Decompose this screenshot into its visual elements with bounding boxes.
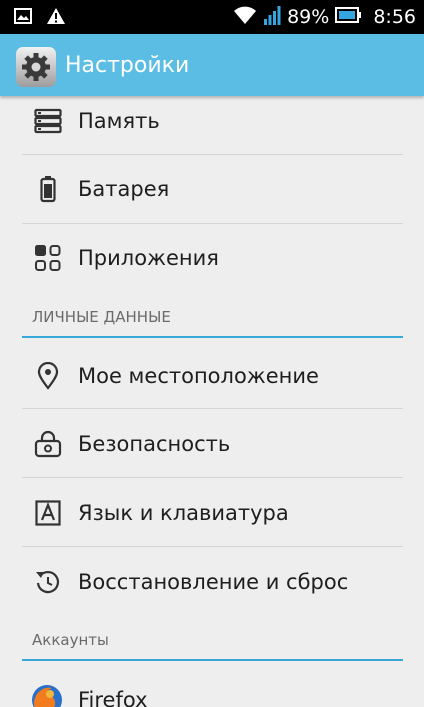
section-header-accounts: Аккаунты (0, 621, 424, 661)
status-bar: 89% 8:56 (0, 0, 424, 34)
section-underline (22, 659, 403, 661)
divider (22, 408, 403, 409)
action-bar: Настройки (0, 34, 424, 96)
settings-item-label: Приложения (78, 246, 219, 270)
storage-icon (34, 107, 62, 135)
clock: 8:56 (373, 6, 416, 28)
settings-item-label: Память (78, 109, 160, 133)
battery-icon (335, 6, 363, 28)
settings-item-label: Батарея (78, 177, 170, 201)
image-notification-icon (14, 8, 32, 28)
battery-settings-icon (34, 175, 62, 203)
divider (22, 477, 403, 478)
settings-item-firefox[interactable]: Firefox (0, 666, 424, 707)
settings-item-security[interactable]: Безопасность (0, 410, 424, 478)
page-title: Настройки (65, 53, 190, 78)
section-underline (22, 336, 403, 338)
firefox-icon (30, 683, 64, 707)
settings-item-backup-reset[interactable]: Восстановление и сброс (0, 548, 424, 616)
settings-item-memory[interactable]: Память (0, 96, 424, 155)
section-header-personal: ЛИЧНЫЕ ДАННЫЕ (0, 298, 424, 338)
signal-icon (263, 5, 281, 29)
settings-item-label: Язык и клавиатура (78, 501, 289, 525)
settings-item-label: Безопасность (78, 432, 231, 456)
settings-gear-icon[interactable] (16, 47, 56, 87)
warning-icon (46, 7, 66, 29)
settings-item-label: Восстановление и сброс (78, 570, 349, 594)
section-title: Аккаунты (32, 631, 109, 649)
lock-icon (34, 430, 62, 458)
settings-list: Память Батарея Приложения ЛИЧНЫЕ ДАННЫЕ … (0, 96, 424, 707)
settings-item-label: Мое местоположение (78, 364, 319, 388)
settings-item-language[interactable]: Язык и клавиатура (0, 479, 424, 547)
settings-item-label: Firefox (78, 688, 148, 707)
section-title: ЛИЧНЫЕ ДАННЫЕ (32, 308, 171, 326)
restore-icon (34, 568, 62, 596)
settings-item-location[interactable]: Мое местоположение (0, 342, 424, 410)
settings-item-apps[interactable]: Приложения (0, 224, 424, 292)
settings-item-battery[interactable]: Батарея (0, 155, 424, 223)
location-pin-icon (34, 362, 62, 390)
apps-icon (34, 244, 62, 272)
divider (22, 546, 403, 547)
keyboard-language-icon (34, 499, 62, 527)
wifi-icon (233, 5, 257, 29)
battery-percent: 89% (287, 6, 330, 28)
